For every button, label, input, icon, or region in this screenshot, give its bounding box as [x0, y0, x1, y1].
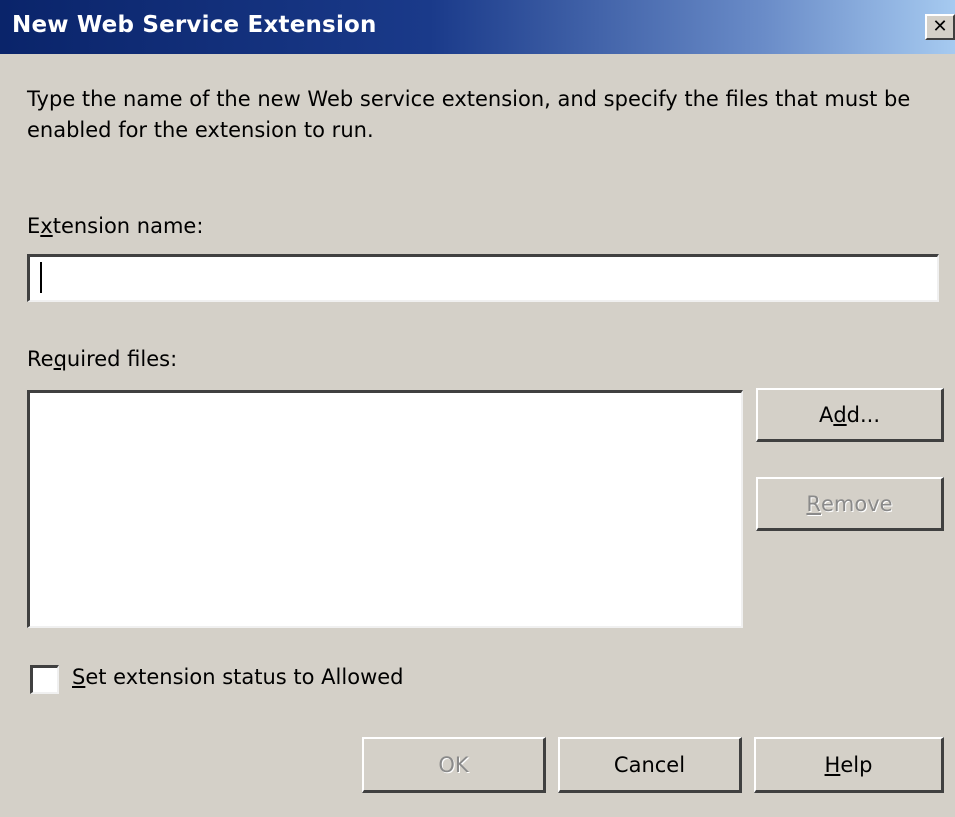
title-bar[interactable]: New Web Service Extension ✕ [0, 0, 955, 54]
label-text: tension name: [52, 214, 204, 238]
button-label: OK [438, 752, 469, 777]
label-text: uired files: [66, 347, 178, 371]
new-web-service-extension-dialog: New Web Service Extension ✕ Type the nam… [0, 0, 955, 817]
button-label: emove [821, 491, 893, 516]
accelerator-key: R [806, 491, 821, 516]
extension-name-label: Extension name: [27, 214, 203, 238]
close-icon: ✕ [932, 16, 948, 37]
accelerator-key: H [824, 752, 841, 777]
label-text: Re [27, 347, 54, 371]
accelerator-key: x [40, 214, 53, 238]
add-button[interactable]: Ad d... [756, 388, 944, 442]
help-button[interactable]: Help [754, 737, 944, 793]
accelerator-key: d [833, 402, 847, 427]
allowed-status-label[interactable]: Set extension status to Allowed [72, 665, 404, 689]
label-text: et extension status to Allowed [85, 665, 404, 689]
accelerator-key: S [72, 665, 86, 689]
button-label: Cancel [613, 752, 686, 777]
required-files-list[interactable] [27, 390, 743, 628]
accelerator-key: q [53, 347, 67, 371]
label-text: E [27, 214, 41, 238]
button-label: A [818, 402, 834, 427]
text-caret [40, 262, 42, 293]
instructions-text: Type the name of the new Web service ext… [27, 87, 911, 142]
button-label: d... [846, 402, 881, 427]
button-label: elp [840, 752, 873, 777]
allowed-status-checkbox[interactable] [30, 665, 59, 694]
window-title: New Web Service Extension [12, 12, 377, 38]
cancel-button[interactable]: Cancel [558, 737, 742, 793]
ok-button[interactable]: OK [362, 737, 546, 793]
extension-name-input[interactable] [27, 254, 939, 302]
required-files-label: Required files: [27, 347, 177, 371]
close-button[interactable]: ✕ [925, 14, 955, 40]
remove-button[interactable]: Remove [756, 477, 944, 531]
